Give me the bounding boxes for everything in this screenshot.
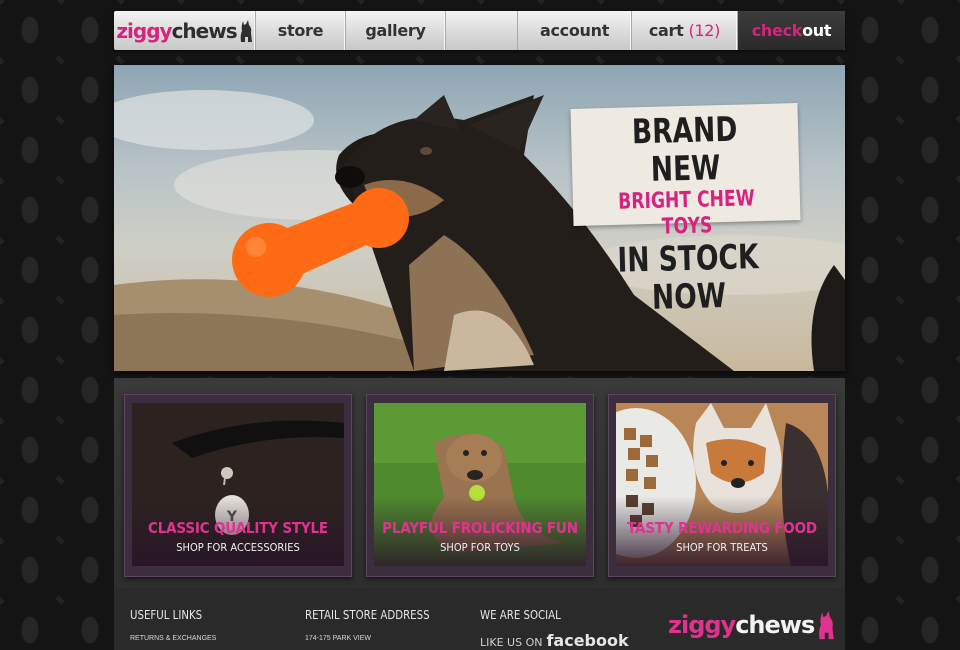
category-tile-toys[interactable]: PLAYFUL FROLICKING FUN SHOP FOR TOYS	[366, 394, 594, 577]
cart-label: cart	[648, 21, 684, 40]
footer-logo-ziggy: ziggy	[668, 611, 736, 639]
footer-logo[interactable]: ziggy chews	[668, 608, 835, 642]
facebook-wordmark: facebook	[546, 631, 629, 650]
nav-account-link[interactable]: account	[517, 11, 632, 50]
footer-heading-store-address: RETAIL STORE ADDRESS	[305, 608, 430, 622]
nav-store-link[interactable]: store	[256, 11, 346, 50]
like-us-label: LIKE US ON	[480, 636, 543, 649]
tile-link[interactable]: SHOP FOR ACCESSORIES	[136, 541, 339, 554]
tile-link[interactable]: SHOP FOR TOYS	[378, 541, 581, 554]
nav-cart-link[interactable]: cart (12)	[632, 11, 738, 50]
hero-banner[interactable]: BRAND NEW BRIGHT CHEW TOYS IN STOCK NOW	[114, 65, 845, 371]
facebook-like-link[interactable]: LIKE US ON facebook	[480, 631, 629, 650]
promo-line-1: BRAND NEW	[631, 109, 738, 190]
site-logo[interactable]: ziggy chews	[114, 11, 256, 50]
category-section: Y CLASSIC QUALITY STYLE SHOP FOR ACCESSO…	[114, 378, 845, 588]
tile-title: PLAYFUL FROLICKING FUN	[382, 519, 578, 537]
dog-silhouette-icon	[819, 610, 834, 640]
nav-gallery-link[interactable]: gallery	[346, 11, 446, 50]
logo-wordmark: ziggy chews	[116, 19, 252, 43]
footer-link-returns[interactable]: RETURNS & EXCHANGES	[130, 635, 216, 642]
footer-logo-chews: chews	[735, 611, 815, 639]
promo-line-2: BRIGHT CHEW TOYS	[617, 186, 755, 240]
cart-count-badge: (12)	[688, 21, 721, 40]
checkout-button[interactable]: check out	[738, 11, 845, 50]
category-tile-treats[interactable]: TASTY REWARDING FOOD SHOP FOR TREATS	[608, 394, 836, 577]
tile-link[interactable]: SHOP FOR TREATS	[620, 541, 823, 554]
checkout-label-check: check	[751, 21, 803, 40]
dog-silhouette-icon	[240, 19, 252, 42]
tile-title: CLASSIC QUALITY STYLE	[148, 519, 328, 537]
footer-address-line: 174-175 PARK VIEW	[305, 635, 372, 642]
top-navigation: ziggy chews store gallery account cart (1…	[114, 11, 845, 50]
category-tile-accessories[interactable]: Y CLASSIC QUALITY STYLE SHOP FOR ACCESSO…	[124, 394, 352, 577]
checkout-label-out: out	[802, 21, 832, 40]
footer-heading-social: WE ARE SOCIAL	[480, 608, 561, 622]
promo-line-3: IN STOCK NOW	[616, 237, 759, 318]
logo-text-chews: chews	[171, 18, 238, 43]
logo-text-ziggy: ziggy	[116, 18, 172, 43]
tile-title: TASTY REWARDING FOOD	[627, 519, 817, 537]
footer-heading-useful-links: USEFUL LINKS	[130, 608, 203, 622]
footer: USEFUL LINKS RETURNS & EXCHANGES RETAIL …	[114, 588, 845, 650]
promo-card: BRAND NEW BRIGHT CHEW TOYS IN STOCK NOW	[570, 103, 801, 318]
